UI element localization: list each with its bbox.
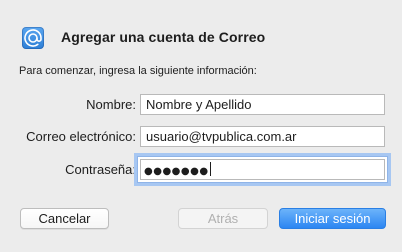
text-caret [209,162,211,176]
back-button[interactable]: Atrás [178,208,268,229]
cancel-button[interactable]: Cancelar [20,208,109,229]
password-field[interactable]: ●●●●●●● [137,156,388,183]
intro-text: Para comenzar, ingresa la siguiente info… [19,65,257,77]
add-mail-account-dialog: Agregar una cuenta de Correo Para comenz… [0,0,402,252]
name-field[interactable]: Nombre y Apellido [140,94,385,115]
sign-in-button[interactable]: Iniciar sesión [279,208,386,229]
dialog-title: Agregar una cuenta de Correo [61,29,266,45]
password-mask: ●●●●●●● [144,166,209,177]
email-field[interactable]: usuario@tvpublica.com.ar [140,126,385,147]
email-label: Correo electrónico: [26,129,136,144]
name-label: Nombre: [86,97,136,112]
password-label: Contraseña: [65,162,136,177]
at-sign-icon [22,27,44,49]
